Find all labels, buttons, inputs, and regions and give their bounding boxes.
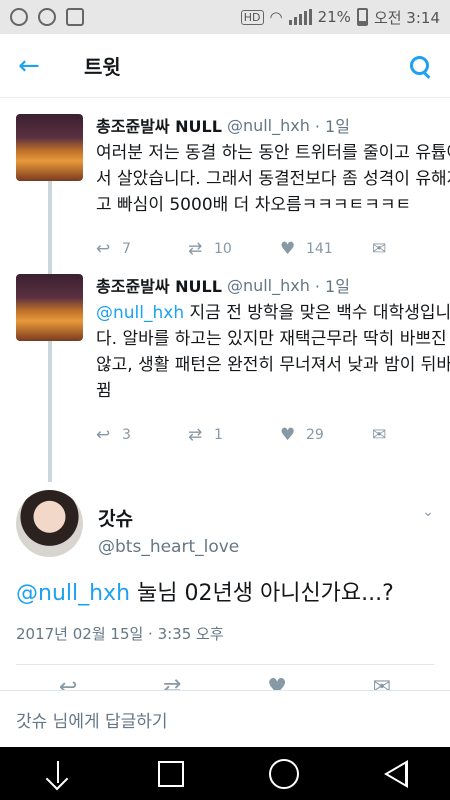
author-name[interactable]: 갓슈 — [98, 504, 239, 531]
battery-icon — [356, 8, 368, 26]
mention-link[interactable]: @null_hxh — [16, 581, 130, 606]
retweet-icon[interactable]: ⇄ — [188, 239, 214, 259]
hide-keyboard-icon[interactable] — [43, 759, 73, 789]
direct-message-icon[interactable]: ✉ — [373, 675, 391, 691]
settings-icon — [38, 8, 56, 26]
home-icon[interactable] — [268, 758, 299, 789]
clock: 오전 3:14 — [373, 8, 440, 27]
tweet-timestamp: 2017년 02월 15일 · 3:35 오후 — [16, 625, 224, 643]
tweet-text: 여러분 저는 동결 하는 동안 트위터를 줄이고 유튭에서 살았습니다. 그래서… — [96, 140, 450, 218]
back-icon[interactable] — [383, 759, 408, 788]
tweet-body-text: 여러분 저는 동결 하는 동안 트위터를 줄이고 유튭에서 살았습니다. 그래서… — [96, 143, 450, 215]
hd-icon: HD — [240, 9, 264, 25]
recents-icon[interactable] — [157, 760, 184, 787]
app-icon — [10, 8, 28, 26]
thread-tweet[interactable]: 총조쥰발싸 NULL @null_hxh · 1일 ⌄ 여러분 저는 동결 하는… — [0, 98, 450, 264]
reply-count: 7 — [122, 241, 131, 257]
tweet-actions: ↩ ⇄ ♥ ✉ — [0, 665, 450, 691]
status-bar: HD ◠ 21% 오전 3:14 — [0, 0, 450, 34]
avatar[interactable] — [16, 490, 83, 557]
reply-input[interactable]: 갓슈 님에게 답글하기 — [0, 690, 450, 747]
app-bar: ← 트윗 — [0, 34, 450, 98]
like-count: 29 — [306, 427, 324, 443]
mention-link[interactable]: @null_hxh — [96, 303, 184, 323]
thread-tweet[interactable]: 총조쥰발싸 NULL @null_hxh · 1일 ⌄ @null_hxh 지금… — [0, 264, 450, 450]
tweet-age: · 1일 — [314, 277, 350, 296]
direct-message-icon[interactable]: ✉ — [372, 425, 398, 445]
tweet-actions: ↩ 7 ⇄ 10 ♥ 141 ✉ — [96, 234, 450, 264]
conversation-thread: 총조쥰발싸 NULL @null_hxh · 1일 ⌄ 여러분 저는 동결 하는… — [0, 98, 450, 482]
chevron-down-icon[interactable]: ⌄ — [422, 490, 434, 520]
reply-placeholder: 갓슈 님에게 답글하기 — [16, 711, 168, 732]
tweet-actions: ↩ 3 ⇄ 1 ♥ 29 ✉ — [96, 420, 450, 450]
retweet-icon[interactable]: ⇄ — [188, 425, 214, 445]
reply-count: 3 — [122, 427, 131, 443]
page-title: 트윗 — [84, 55, 121, 79]
tweet-text: @null_hxh 눌님 02년생 아니신가요...? — [0, 579, 450, 609]
direct-message-icon[interactable]: ✉ — [372, 239, 398, 259]
reply-icon[interactable]: ↩ — [96, 425, 122, 445]
retweet-count: 1 — [214, 427, 223, 443]
tweet-text: @null_hxh 지금 전 방학을 맞은 백수 대학생입니다. 알바를 하고는… — [96, 300, 450, 404]
author-name[interactable]: 총조쥰발싸 NULL — [96, 113, 222, 137]
author-name[interactable]: 총조쥰발싸 NULL — [96, 273, 222, 297]
signal-icon — [288, 9, 312, 25]
image-icon — [66, 8, 84, 26]
reply-icon[interactable]: ↩ — [96, 239, 122, 259]
arrow-left-icon[interactable]: ← — [18, 51, 58, 81]
battery-percent: 21% — [317, 8, 351, 26]
retweet-count: 10 — [214, 241, 232, 257]
wifi-icon: ◠ — [269, 8, 283, 26]
author-handle: @bts_heart_love — [98, 537, 240, 557]
like-icon[interactable]: ♥ — [280, 239, 306, 259]
tweet-age: · 1일 — [314, 117, 350, 136]
author-handle: @null_hxh — [226, 275, 310, 295]
like-icon[interactable]: ♥ — [280, 425, 306, 445]
reply-icon[interactable]: ↩ — [59, 675, 77, 691]
avatar[interactable] — [16, 274, 83, 341]
retweet-icon[interactable]: ⇄ — [163, 675, 181, 691]
like-count: 141 — [306, 241, 333, 257]
author-handle: @null_hxh — [226, 115, 310, 135]
like-icon[interactable]: ♥ — [267, 675, 287, 691]
focused-tweet: 갓슈 @bts_heart_love ⌄ @null_hxh 눌님 02년생 아… — [0, 490, 450, 691]
system-nav-bar — [0, 747, 450, 800]
tweet-body-text: 눌님 02년생 아니신가요...? — [130, 581, 394, 606]
search-icon[interactable] — [408, 54, 432, 78]
avatar[interactable] — [16, 114, 83, 181]
